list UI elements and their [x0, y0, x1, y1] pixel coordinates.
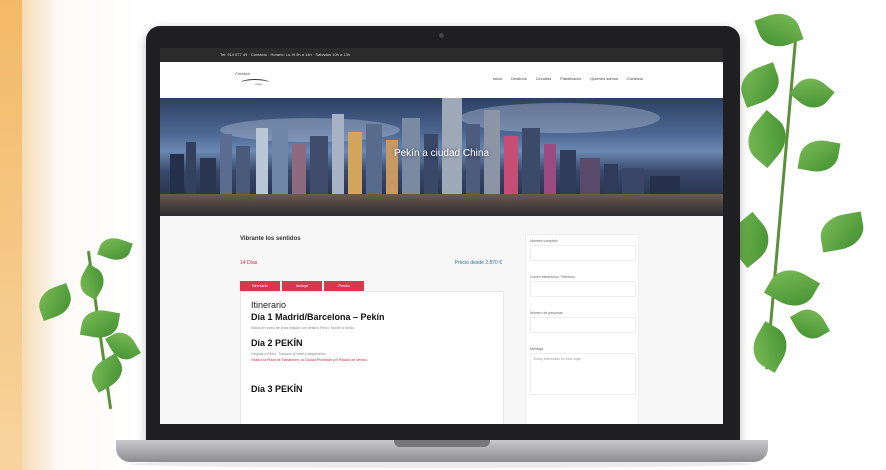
- days-label: 14 Días: [240, 260, 258, 266]
- nav-item-planificador[interactable]: Planificador: [560, 76, 581, 81]
- contact-form: Nombre completo Correo electrónico / Tel…: [525, 234, 639, 424]
- main-column: Vibrante los sentidos 14 Días Precio des…: [240, 216, 504, 424]
- camera-icon: [439, 33, 444, 38]
- tab-bar: Itinerario Incluye Precio: [240, 281, 366, 291]
- hero-banner: Pekín a ciudad China: [160, 98, 723, 216]
- nav-item-quienes-somos[interactable]: Quiénes somos: [590, 76, 618, 81]
- field-label: Número de personas: [530, 311, 563, 315]
- laptop-base: [116, 440, 768, 462]
- day-desc: Salida en vuelo de línea regular con des…: [251, 326, 355, 330]
- day-title: Día 1 Madrid/Barcelona – Pekín: [251, 312, 385, 322]
- background-strip: [0, 0, 22, 470]
- harbor-water: [160, 194, 723, 216]
- main-nav: Inicio Destinos Circuitos Planificador Q…: [493, 76, 643, 81]
- day-desc: Llegada a Pekín. Traslado al hotel y alo…: [251, 352, 327, 356]
- logo-text: Chinatur: [235, 71, 251, 76]
- logo-subtext: viajes: [255, 82, 263, 86]
- day-title: Día 2 PEKÍN: [251, 338, 303, 348]
- day-desc-highlight: Visita a la Plaza de Tiananmen, la Ciuda…: [251, 358, 369, 362]
- field-label: Nombre completo: [530, 239, 558, 243]
- field-label: Correo electrónico / Teléfono: [530, 275, 575, 279]
- day-title: Día 3 PEKÍN: [251, 384, 303, 394]
- tab-itinerario[interactable]: Itinerario: [240, 281, 280, 291]
- email-input[interactable]: [530, 281, 636, 297]
- topbar: Tel: 914 577 49 · Contacto · Horario: Lu…: [160, 48, 723, 62]
- price-label: Precio desde 2.870 €: [454, 260, 502, 266]
- nav-item-inicio[interactable]: Inicio: [493, 76, 502, 81]
- page-content: Vibrante los sentidos 14 Días Precio des…: [160, 216, 723, 424]
- site-header: Chinatur viajes Inicio Destinos Circuito…: [160, 62, 723, 99]
- nav-item-contacto[interactable]: Contacto: [627, 76, 643, 81]
- plant-left: [34, 230, 148, 420]
- name-input[interactable]: [530, 245, 636, 261]
- message-placeholder: Estoy interesado en este viaje: [534, 357, 581, 361]
- laptop-lid: Tel: 914 577 49 · Contacto · Horario: Lu…: [146, 26, 740, 446]
- itinerary-panel: Itinerario Día 1 Madrid/Barcelona – Pekí…: [240, 291, 504, 424]
- page-heading: Vibrante los sentidos: [240, 236, 301, 242]
- laptop-screen: Tel: 914 577 49 · Contacto · Horario: Lu…: [160, 48, 723, 424]
- laptop-notch: [394, 440, 490, 447]
- tab-incluye[interactable]: Incluye: [282, 281, 322, 291]
- site-logo[interactable]: Chinatur viajes: [235, 71, 275, 89]
- nav-item-circuitos[interactable]: Circuitos: [536, 76, 552, 81]
- nav-item-destinos[interactable]: Destinos: [511, 76, 527, 81]
- field-label: Mensaje: [530, 347, 544, 351]
- tab-precio[interactable]: Precio: [324, 281, 364, 291]
- itinerary-label: Itinerario: [251, 300, 287, 310]
- message-textarea[interactable]: Estoy interesado en este viaje: [530, 353, 636, 395]
- people-input[interactable]: [530, 317, 636, 333]
- hero-title: Pekín a ciudad China: [393, 148, 490, 159]
